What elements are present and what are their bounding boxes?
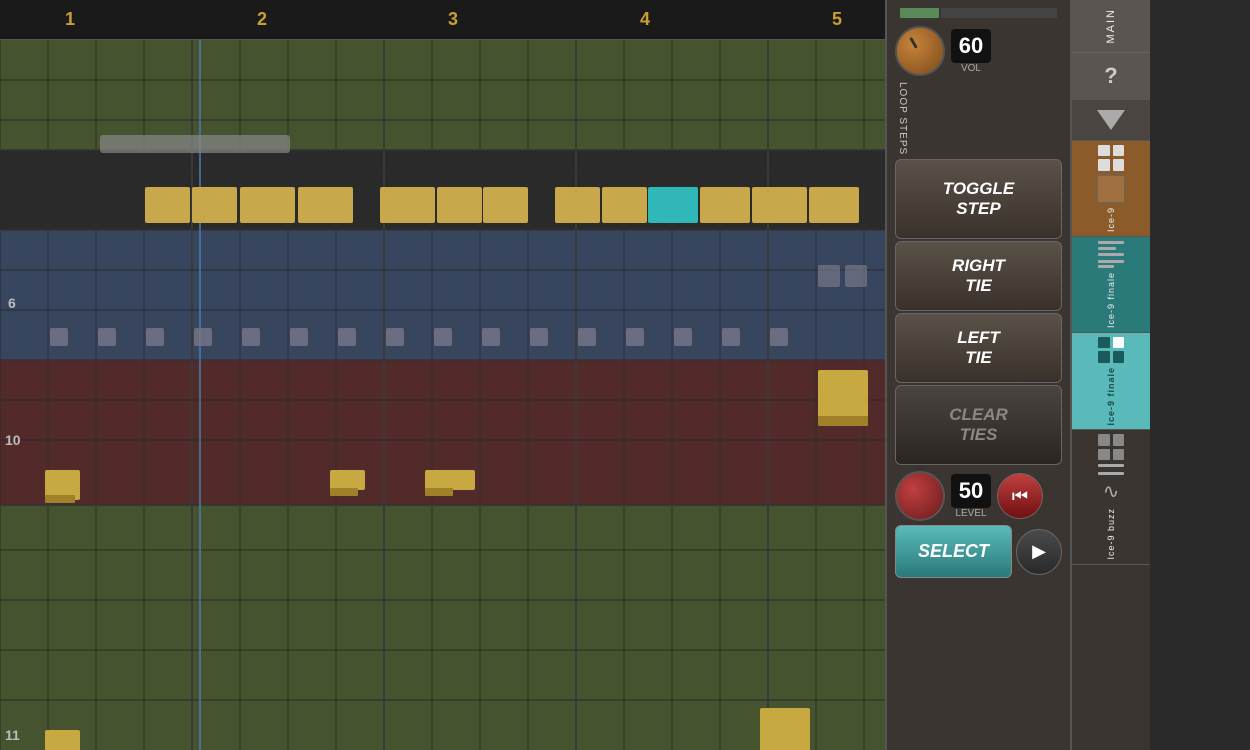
grid-icon [1098,145,1124,171]
clear-ties-button[interactable]: CLEARTIES [895,385,1061,465]
ice9-finale-label-1: Ice-9 finale [1106,272,1116,328]
level-value-col: 50 LEVEL [951,474,991,519]
sliders-icon [1098,260,1124,268]
plugin-ice9-finale-active-tab[interactable]: Ice-9 finale [1072,333,1150,431]
ice9-buzz-label: Ice-9 buzz [1106,508,1116,560]
svg-text:10: 10 [5,432,21,448]
down-arrow-icon [1097,110,1125,130]
vol-row: 60 VOL [891,22,1066,78]
play-button[interactable]: ▶ [1016,529,1062,575]
select-button[interactable]: SELECT [895,525,1012,578]
toggle-step-button[interactable]: TOGGLESTEP [895,159,1061,239]
ruler-mark-4: 4 [640,9,650,30]
plugin-ice9-finale-tab[interactable]: Ice-9 finale [1072,237,1150,333]
ice9-swatch [1097,175,1125,203]
loop-steps-area: LOOP STEPS [891,78,1066,159]
ruler-mark-2: 2 [257,9,267,30]
vol-label: VOL [961,63,981,74]
help-icon: ? [1104,63,1117,89]
buzz-grid-icon [1098,434,1124,460]
grid-area[interactable]: 6 10 11 [0,40,885,750]
wave-icon: ∿ [1103,479,1120,504]
select-play-row: SELECT ▶ [891,523,1066,580]
svg-text:6: 6 [8,295,16,311]
right-control-panel: 60 VOL LOOP STEPS TOGGLESTEP RIGHTTIE LE… [885,0,1070,750]
ice9-label: Ice-9 [1106,207,1116,232]
sequencer-area: 1 2 3 4 5 [0,0,885,750]
ruler-mark-1: 1 [65,9,75,30]
vol-value-display: 60 [951,29,991,63]
ruler-mark-3: 3 [448,9,458,30]
vol-knob[interactable] [895,26,945,76]
left-tie-button[interactable]: LEFTTIE [895,313,1061,383]
skip-to-start-button[interactable]: ⏮ [997,473,1043,519]
buzz-bars-icon [1098,464,1124,475]
ruler: 1 2 3 4 5 [0,0,885,40]
bars-icon [1098,241,1124,256]
svg-text:11: 11 [5,727,20,743]
down-arrow-button[interactable] [1072,100,1150,141]
loop-progress-bar [900,8,1058,18]
active-grid-icon [1098,337,1124,363]
level-label: LEVEL [955,508,986,519]
plugin-ice9-tab[interactable]: Ice-9 [1072,141,1150,237]
right-tie-button[interactable]: RIGHTTIE [895,241,1061,311]
loop-steps-label: LOOP STEPS [895,80,910,157]
plugin-ice9-buzz-tab[interactable]: ∿ Ice-9 buzz [1072,430,1150,565]
ruler-mark-5: 5 [832,9,842,30]
level-knob[interactable] [895,471,945,521]
main-label: MAIN [1072,0,1150,53]
help-button[interactable]: ? [1072,53,1150,100]
level-row: 50 LEVEL ⏮ [891,467,1066,523]
ice9-finale-label-2: Ice-9 finale [1106,367,1116,426]
level-value-display: 50 [951,474,991,508]
far-right-sidebar: MAIN ? Ice-9 Ice-9 finale [1070,0,1150,750]
vol-value-col: 60 VOL [951,29,991,74]
